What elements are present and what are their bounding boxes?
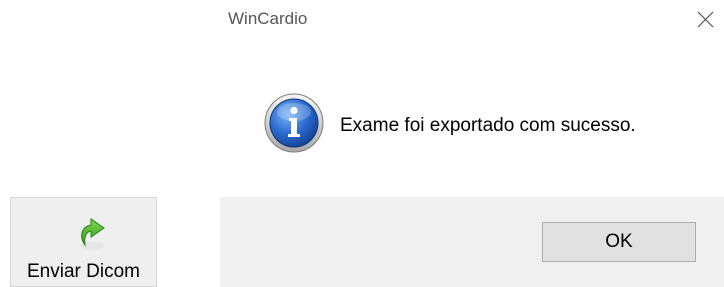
dialog-title: WinCardio [228,9,308,28]
dialog-message: Exame foi exportado com sucesso. [340,115,636,136]
green-arrow-send-icon [77,215,107,251]
info-icon [264,93,324,153]
ok-button[interactable]: OK [542,222,696,262]
send-dicom-label: Enviar Dicom [27,261,140,282]
send-dicom-button[interactable]: Enviar Dicom [10,197,157,287]
close-icon [697,11,714,28]
screen: Enviar Dicom WinCardio Exame foi exporta… [0,0,724,287]
dialog-footer: OK [220,197,724,287]
close-button[interactable] [684,0,724,40]
message-dialog: WinCardio Exame foi exportado com sucess… [220,0,724,287]
